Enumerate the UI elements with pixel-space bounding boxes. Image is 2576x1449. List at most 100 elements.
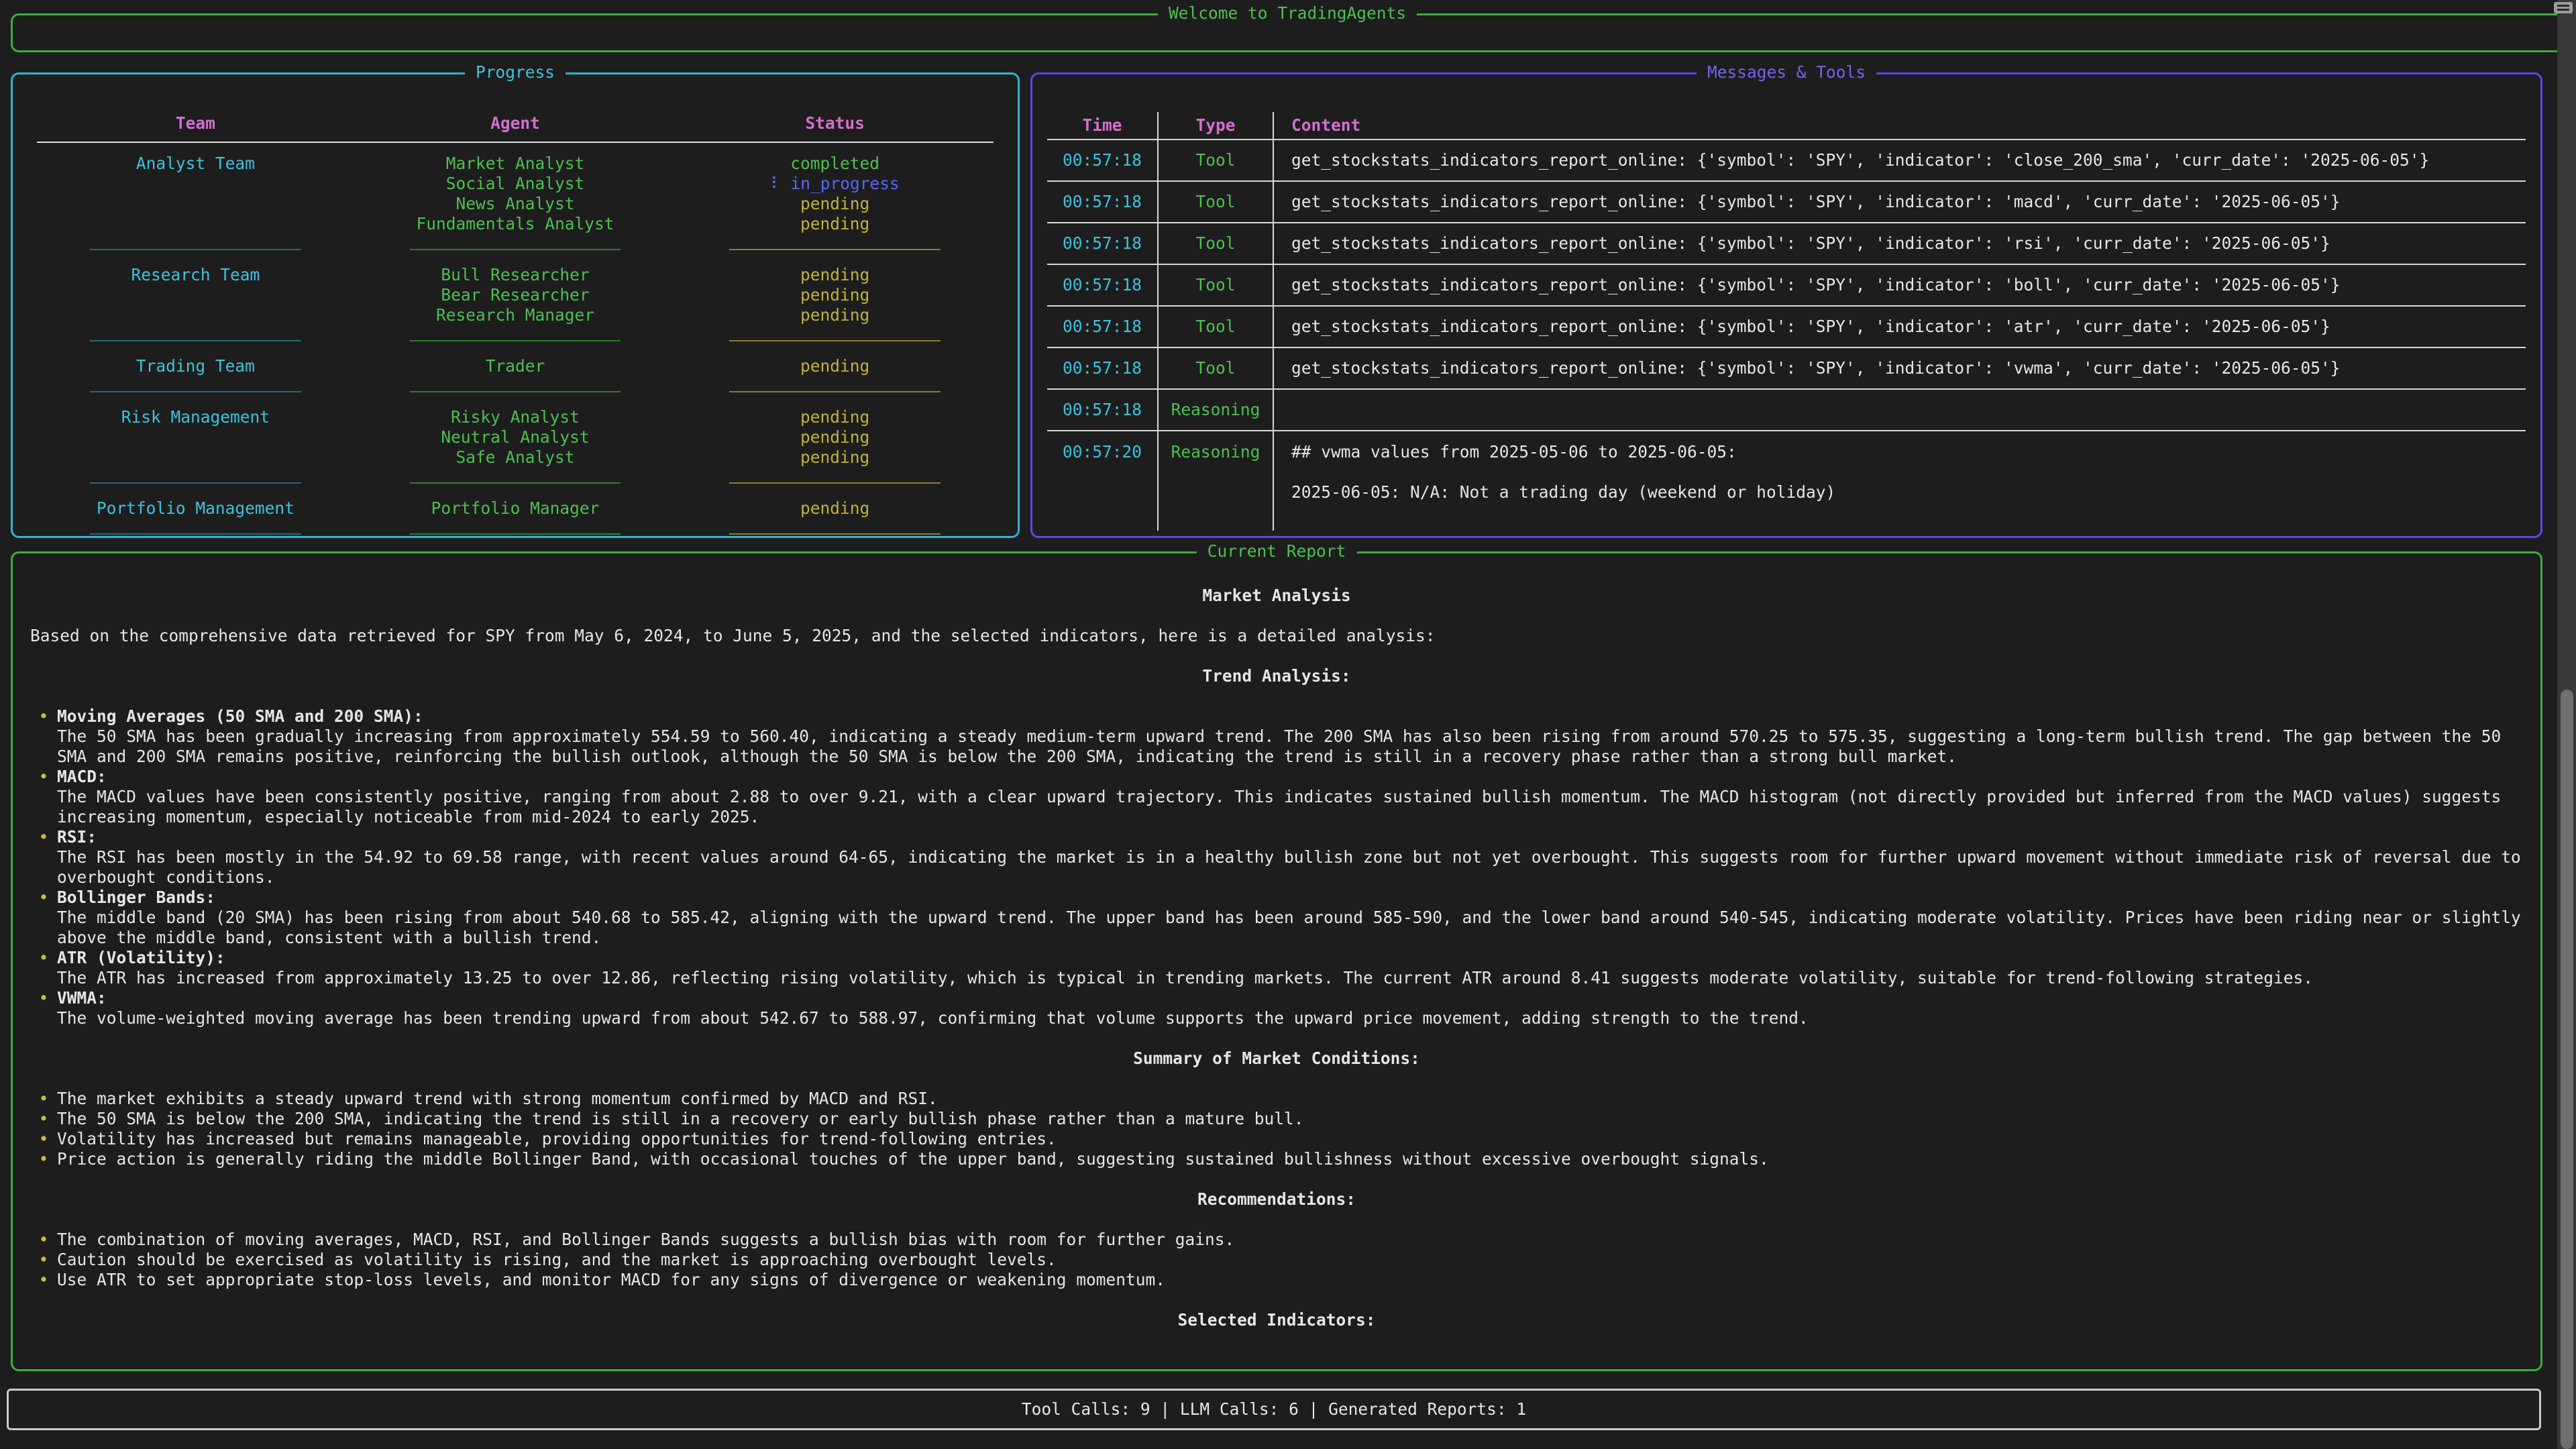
progress-row: Safe Analystpending [36,447,995,468]
bullet-icon: • [30,1270,57,1290]
agent-status: pending [675,214,995,234]
terminal-menu-icon[interactable] [2554,2,2573,13]
scrollbar-thumb[interactable] [2561,690,2573,1449]
agent-separator-line [410,391,621,392]
team-name: Research Team [36,265,356,285]
message-time: 00:57:18 [1047,182,1159,222]
bullet-icon: • [30,767,57,827]
team-separator-line [90,249,301,250]
message-row: 00:57:18Toolget_stockstats_indicators_re… [1047,140,2526,182]
progress-col-status: Status [675,113,995,136]
welcome-panel: Welcome to TradingAgents [11,13,2564,52]
bullet-icon: • [30,1129,57,1149]
progress-row: Research TeamBull Researcher pending [36,265,995,285]
progress-row: Risk ManagementRisky Analystpending [36,407,995,427]
report-bullet-item: •Moving Averages (50 SMA and 200 SMA):Th… [30,706,2523,767]
message-content: get_stockstats_indicators_report_online:… [1274,265,2526,305]
bullet-icon: • [30,888,57,948]
bullet-icon: • [30,1089,57,1109]
bullet-icon: • [30,1109,57,1129]
welcome-title: Welcome to TradingAgents [1158,3,1417,23]
agent-status: pending [675,265,995,285]
message-time: 00:57:18 [1047,307,1159,347]
agent-status: pending [675,285,995,305]
team-name [36,447,356,468]
team-name [36,194,356,214]
progress-table-header: Team Agent Status [36,113,995,136]
report-bullet-item: •ATR (Volatility):The ATR has increased … [30,948,2523,988]
scrollbar-track[interactable] [2557,0,2576,1449]
messages-col-time: Time [1047,112,1159,139]
message-row: 00:57:18Toolget_stockstats_indicators_re… [1047,348,2526,390]
bullet-text: Volatility has increased but remains man… [57,1129,2523,1149]
status-separator-line [729,249,941,250]
report-content: Market AnalysisBased on the comprehensiv… [13,553,2540,1330]
agent-status: pending [675,447,995,468]
message-row: 00:57:18Toolget_stockstats_indicators_re… [1047,182,2526,223]
status-label: in_progress [791,174,900,193]
report-bullet-item: •Volatility has increased but remains ma… [30,1129,2523,1149]
report-paragraph: Based on the comprehensive data retrieve… [30,626,2523,646]
agent-status: pending [675,194,995,214]
team-name [36,427,356,447]
section-separator [36,376,995,407]
agent-name: News Analyst [356,194,676,214]
bullet-text: Bollinger Bands:The middle band (20 SMA)… [57,888,2523,948]
report-bullet-item: •Bollinger Bands:The middle band (20 SMA… [30,888,2523,948]
section-separator [36,325,995,356]
progress-row: Social Analyst⠇in_progress [36,174,995,194]
team-name: Risk Management [36,407,356,427]
report-heading: Summary of Market Conditions: [30,1049,2523,1069]
bullet-title: Bollinger Bands: [57,888,215,907]
messages-col-type: Type [1159,112,1274,139]
agent-status: ⠇in_progress [675,174,995,194]
agent-separator-line [410,482,621,484]
agent-name: Bull Researcher [356,265,676,285]
report-bullet-item: •RSI:The RSI has been mostly in the 54.9… [30,827,2523,888]
message-type: Tool [1159,223,1274,264]
report-heading: Selected Indicators: [30,1310,2523,1330]
status-separator-line [729,391,941,392]
status-label: pending [800,305,869,325]
status-label: pending [800,194,869,213]
report-bullet-item: •The combination of moving averages, MAC… [30,1230,2523,1250]
message-type: Reasoning [1159,390,1274,430]
messages-panel-title: Messages & Tools [1697,62,1876,83]
message-row: 00:57:18Toolget_stockstats_indicators_re… [1047,307,2526,348]
progress-header-separator [37,142,994,143]
status-label: pending [800,265,869,284]
status-separator-line [729,533,941,535]
agent-name: Risky Analyst [356,407,676,427]
message-type: Tool [1159,307,1274,347]
team-separator-line [90,391,301,392]
bullet-icon: • [30,706,57,767]
message-row: 00:57:18Toolget_stockstats_indicators_re… [1047,223,2526,265]
report-panel: Current Report Market AnalysisBased on t… [11,551,2542,1371]
message-content: ## vwma values from 2025-05-06 to 2025-0… [1274,431,2526,531]
bullet-text: VWMA:The volume-weighted moving average … [57,988,2523,1028]
status-label: pending [800,214,869,233]
team-name [36,214,356,234]
bullet-icon: • [30,988,57,1028]
agent-separator-line [410,533,621,535]
progress-row: Neutral Analystpending [36,427,995,447]
report-bullet-item: •Use ATR to set appropriate stop-loss le… [30,1270,2523,1290]
agent-name: Trader [356,356,676,376]
message-time: 00:57:20 [1047,431,1159,531]
agent-name: Market Analyst [356,154,676,174]
team-name: Portfolio Management [36,498,356,519]
report-bullet-item: •MACD:The MACD values have been consiste… [30,767,2523,827]
report-bullet-item: •Caution should be exercised as volatili… [30,1250,2523,1270]
agent-separator-line [410,340,621,341]
message-type: Reasoning [1159,431,1274,531]
message-time: 00:57:18 [1047,390,1159,430]
bullet-icon: • [30,1250,57,1270]
message-content: get_stockstats_indicators_report_online:… [1274,307,2526,347]
progress-row: Fundamentals Analystpending [36,214,995,234]
agent-name: Safe Analyst [356,447,676,468]
message-type: Tool [1159,265,1274,305]
status-separator-line [729,482,941,484]
team-separator-line [90,533,301,535]
bullet-text: Price action is generally riding the mid… [57,1149,2523,1169]
agent-status: pending [675,356,995,376]
